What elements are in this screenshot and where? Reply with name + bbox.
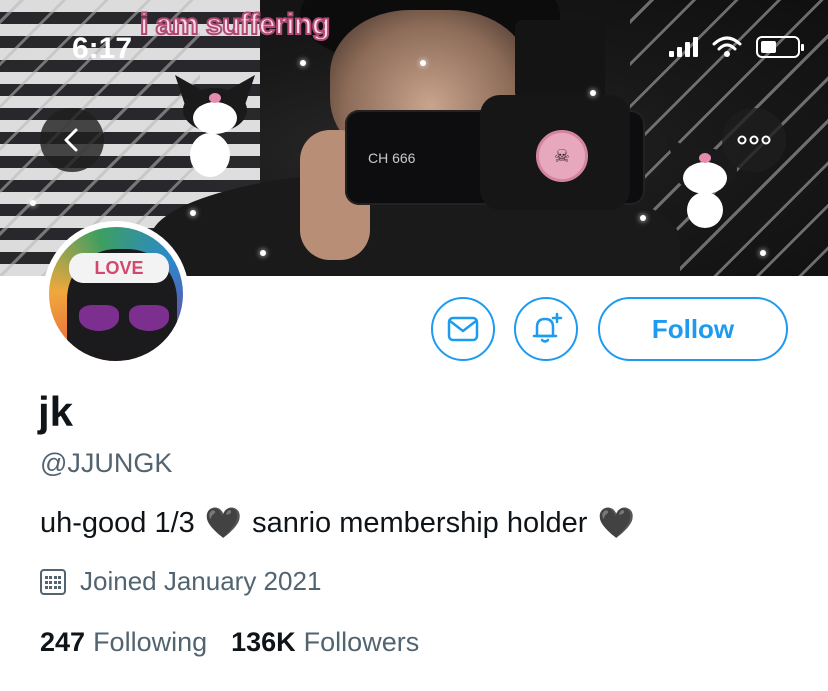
joined-date: Joined January 2021 (40, 566, 321, 597)
followers-count: 136K (231, 627, 296, 657)
followers-label: Followers (303, 627, 420, 657)
sparkle-decoration (260, 250, 266, 256)
sparkle-decoration (300, 60, 306, 66)
display-name: jk (38, 388, 74, 435)
camera-top (515, 20, 605, 100)
followers-stat[interactable]: 136K Followers (231, 627, 419, 658)
sparkle-decoration (590, 90, 596, 96)
sparkle-decoration (640, 215, 646, 221)
message-button[interactable] (431, 297, 495, 361)
avatar-eye-right (129, 305, 169, 331)
following-stat[interactable]: 247 Following (40, 627, 207, 658)
status-bar-time: 6:17 (72, 32, 133, 65)
avatar-band: LOVE (69, 253, 169, 283)
kuromi-sticker-icon (170, 70, 260, 180)
envelope-icon (447, 316, 479, 342)
notifications-button[interactable] (514, 297, 578, 361)
follow-button[interactable]: Follow (598, 297, 788, 361)
profile-bio: uh-good 1/3 🖤 sanrio membership holder 🖤 (40, 506, 645, 541)
wifi-icon (712, 36, 742, 57)
calendar-icon (40, 568, 66, 595)
following-count: 247 (40, 627, 86, 657)
joined-text: Joined January 2021 (80, 566, 322, 596)
kuromi-badge-icon: ☠ (536, 130, 588, 182)
banner-overlay-text: i am suffering (139, 7, 331, 42)
avatar-image: LOVE (49, 227, 183, 361)
bio-text-part1: uh-good 1/3 (40, 507, 195, 539)
sparkle-decoration (420, 60, 426, 66)
battery-icon (756, 36, 804, 58)
sparkle-decoration (30, 200, 36, 206)
bio-text-part2: sanrio membership holder (252, 507, 588, 539)
bell-plus-icon (532, 312, 563, 343)
camera-label: CH 666 (368, 150, 416, 166)
user-handle: @JJUNGK (40, 448, 173, 478)
back-button[interactable] (40, 108, 104, 172)
sparkle-decoration (760, 250, 766, 256)
status-bar-icons (669, 36, 804, 58)
black-heart-icon: 🖤 (597, 507, 635, 540)
more-options-button[interactable] (722, 108, 786, 172)
black-heart-icon: 🖤 (204, 507, 243, 540)
chevron-left-icon (64, 128, 78, 152)
profile-avatar[interactable]: LOVE (43, 221, 189, 367)
avatar-band-text: LOVE (94, 257, 144, 278)
cellular-signal-icon (669, 37, 698, 57)
avatar-eye-left (79, 305, 119, 331)
following-label: Following (93, 627, 208, 657)
more-dots-icon (737, 135, 771, 145)
sparkle-decoration (190, 210, 196, 216)
profile-stats: 247 Following 136K Followers (40, 627, 419, 658)
